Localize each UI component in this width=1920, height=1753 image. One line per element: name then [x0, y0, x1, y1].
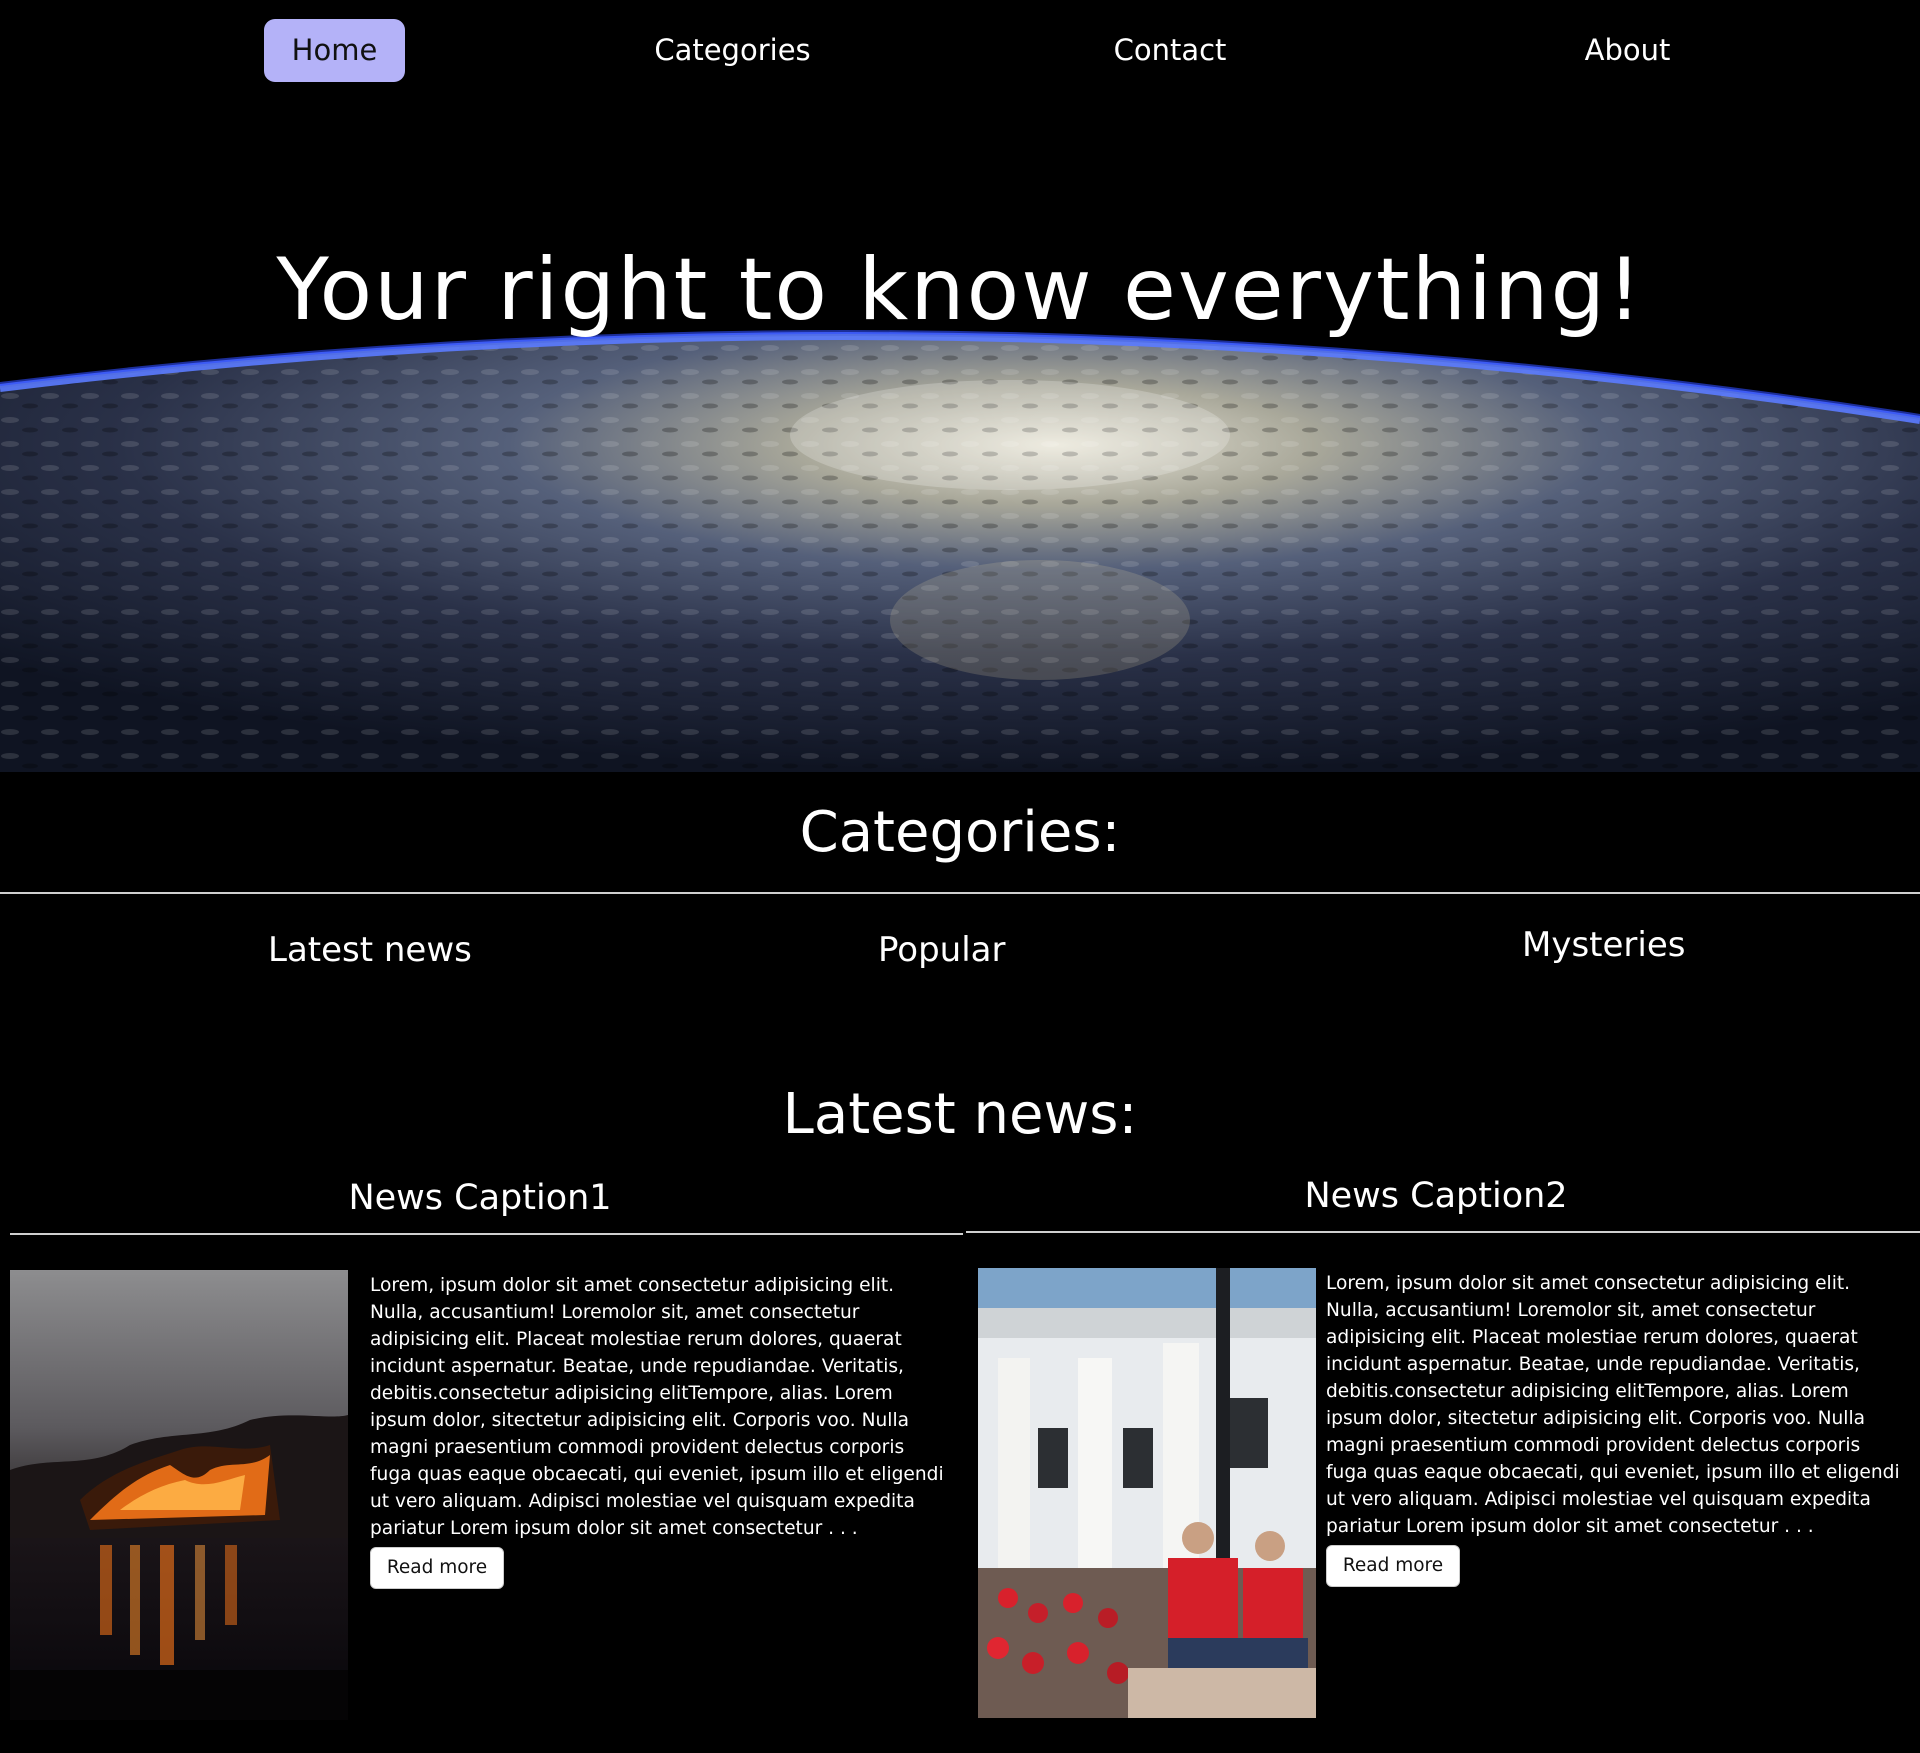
category-latest-news[interactable]: Latest news	[268, 930, 472, 970]
protest-crowd-image	[978, 1268, 1316, 1718]
nav-home[interactable]: Home	[264, 19, 405, 82]
news-body-2: Lorem, ipsum dolor sit amet consectetur …	[1326, 1273, 1900, 1537]
news-caption-1: News Caption1	[348, 1178, 612, 1218]
top-navigation: Home Categories Contact About	[0, 0, 1920, 100]
category-mysteries[interactable]: Mysteries	[1522, 925, 1685, 965]
news-body-1: Lorem, ipsum dolor sit amet consectetur …	[370, 1275, 944, 1539]
hero-banner: Your right to know everything!	[0, 100, 1920, 772]
news-divider-1	[10, 1233, 963, 1235]
wildfire-image	[10, 1270, 348, 1720]
nav-about[interactable]: About	[1540, 19, 1715, 82]
hero-title: Your right to know everything!	[276, 240, 1644, 340]
latest-news-heading: Latest news:	[782, 1082, 1138, 1147]
categories-heading: Categories:	[799, 800, 1121, 865]
category-popular[interactable]: Popular	[878, 930, 1005, 970]
categories-divider	[0, 892, 1920, 894]
news-divider-2	[966, 1231, 1920, 1233]
read-more-button-2[interactable]: Read more	[1326, 1545, 1460, 1587]
news-caption-2: News Caption2	[1304, 1176, 1568, 1216]
nav-categories[interactable]: Categories	[620, 19, 845, 82]
read-more-button-1[interactable]: Read more	[370, 1547, 504, 1589]
earth-horizon-image	[0, 100, 1920, 772]
nav-contact[interactable]: Contact	[1080, 19, 1260, 82]
